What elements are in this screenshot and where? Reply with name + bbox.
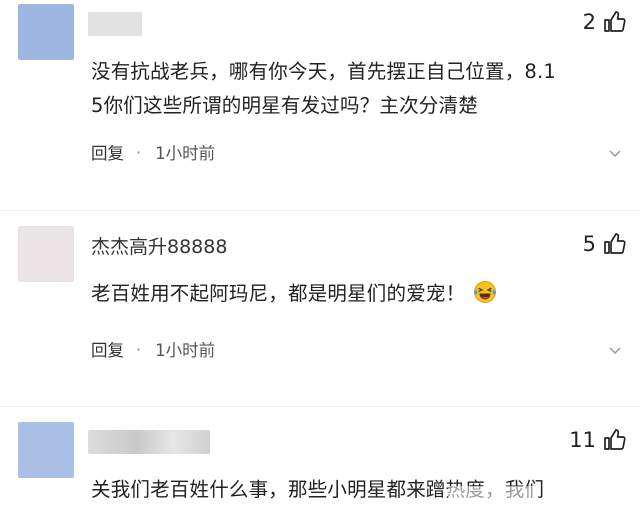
- divider: [0, 406, 640, 407]
- comment-text: 老百姓用不起阿玛尼，都是明星们的爱宠！: [91, 277, 497, 311]
- comment-item: 2 没有抗战老兵，哪有你今天，首先摆正自己位置，8.1 5你们这些所谓的明星有发…: [0, 4, 640, 194]
- username-blurred[interactable]: [88, 12, 142, 36]
- avatar[interactable]: [18, 226, 74, 282]
- comment-text: 没有抗战老兵，哪有你今天，首先摆正自己位置，8.1 5你们这些所谓的明星有发过吗…: [91, 55, 556, 123]
- reply-button[interactable]: 回复: [91, 140, 124, 164]
- comment-item: 杰杰高升88888 5 老百姓用不起阿玛尼，都是明星们的爱宠！ 回复 · 1小时…: [0, 226, 640, 376]
- like-button[interactable]: 2: [583, 10, 626, 34]
- comment-text-line: 没有抗战老兵，哪有你今天，首先摆正自己位置，8.1: [91, 60, 557, 83]
- laughing-tears-emoji-icon: [474, 281, 497, 303]
- chevron-down-icon[interactable]: [608, 146, 622, 160]
- watermark-overlay: [448, 486, 538, 504]
- like-count: 11: [569, 428, 596, 452]
- comment-text-line: 老百姓用不起阿玛尼，都是明星们的爱宠！: [91, 282, 466, 305]
- timestamp: 1小时前: [155, 341, 216, 360]
- thumbs-up-icon: [604, 233, 626, 254]
- separator-dot: ·: [136, 142, 142, 162]
- reply-button[interactable]: 回复: [91, 337, 124, 361]
- like-button[interactable]: 11: [569, 428, 626, 452]
- comment-item: 11 关我们老百姓什么事，那些小明星都来蹭热度，我们: [0, 422, 640, 510]
- like-button[interactable]: 5: [583, 232, 626, 256]
- like-count: 2: [582, 10, 596, 34]
- avatar[interactable]: [18, 4, 74, 60]
- thumbs-up-icon: [604, 11, 626, 32]
- chevron-down-icon[interactable]: [608, 343, 622, 357]
- separator-dot: ·: [136, 339, 142, 359]
- avatar[interactable]: [18, 422, 74, 478]
- username[interactable]: 杰杰高升88888: [91, 232, 227, 259]
- thumbs-up-icon: [604, 429, 626, 450]
- comment-text-line: 5你们这些所谓的明星有发过吗？主次分清楚: [91, 94, 478, 117]
- timestamp: 1小时前: [155, 144, 216, 163]
- username-blurred[interactable]: [88, 430, 210, 454]
- divider: [0, 210, 640, 211]
- comment-actions: 回复 · 1小时前: [91, 337, 215, 361]
- comment-actions: 回复 · 1小时前: [91, 140, 215, 164]
- like-count: 5: [582, 232, 596, 256]
